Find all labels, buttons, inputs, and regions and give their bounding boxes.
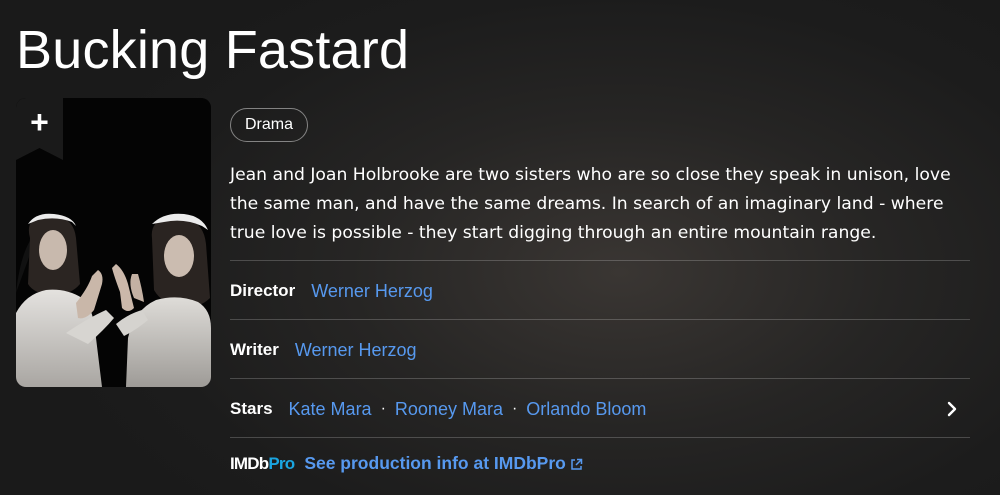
watchlist-ribbon-button[interactable]: + [16, 98, 63, 160]
divider [230, 378, 970, 379]
plot-summary: Jean and Joan Holbrooke are two sisters … [230, 165, 951, 243]
divider [230, 260, 970, 261]
credit-label-stars: Stars [230, 399, 273, 418]
credit-row-stars[interactable]: Stars Kate Mara · Rooney Mara · Orlando … [230, 380, 970, 438]
plus-icon: + [30, 104, 49, 140]
poster-image[interactable]: + [16, 98, 211, 387]
imdbpro-production-link[interactable]: See production info at IMDbPro [304, 453, 583, 476]
star-link[interactable]: Rooney Mara [395, 399, 503, 420]
star-link[interactable]: Kate Mara [289, 399, 372, 420]
credit-row-writer: Writer Werner Herzog [230, 321, 970, 379]
separator-dot: · [380, 400, 386, 417]
director-link[interactable]: Werner Herzog [311, 281, 433, 302]
credit-row-director: Director Werner Herzog [230, 262, 970, 320]
writer-link[interactable]: Werner Herzog [295, 340, 417, 361]
imdbpro-logo: IMDbPro [230, 454, 295, 473]
external-link-icon [570, 455, 583, 476]
star-link[interactable]: Orlando Bloom [526, 399, 646, 420]
separator-dot: · [511, 400, 518, 417]
page-title: Bucking Fastard [16, 20, 410, 80]
genre-chip-drama[interactable]: Drama [230, 108, 309, 142]
credit-label-writer: Writer [230, 340, 279, 359]
chevron-right-icon[interactable] [942, 399, 962, 419]
imdbpro-link-label: See production info at IMDbPro [304, 452, 566, 473]
divider [230, 437, 970, 438]
divider [230, 319, 970, 320]
credit-label-director: Director [230, 281, 296, 300]
imdbpro-row: IMDbPro See production info at IMDbPro [230, 446, 583, 482]
